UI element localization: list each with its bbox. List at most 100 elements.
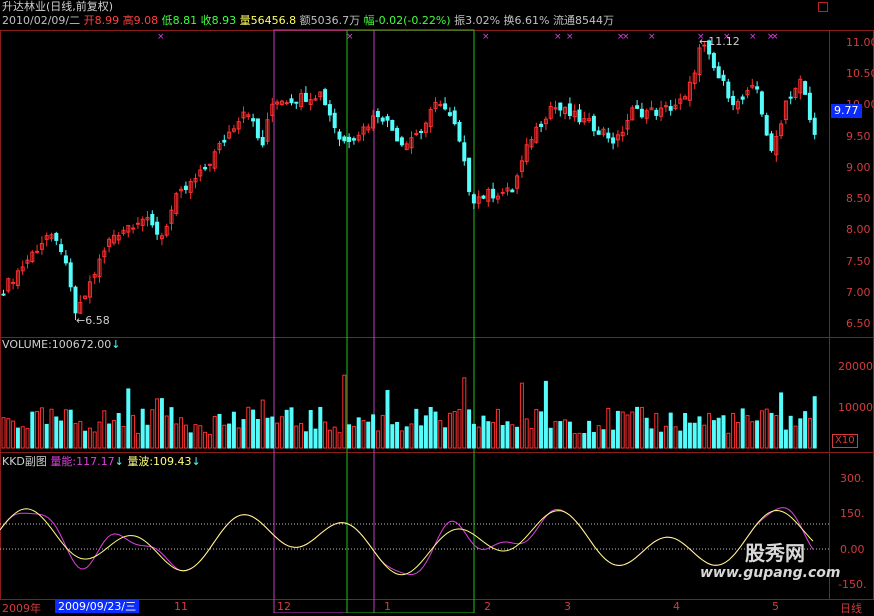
candle-body — [500, 191, 505, 194]
month-tick: 3 — [564, 600, 571, 613]
volume-bar — [121, 425, 126, 449]
volume-bar — [515, 426, 520, 449]
volume-bar — [726, 432, 731, 449]
candle-body — [390, 119, 395, 131]
volume-bar — [342, 374, 347, 449]
month-tick: 5 — [772, 600, 779, 613]
candle-body — [716, 66, 721, 79]
volume-bar — [759, 410, 764, 449]
candle-body — [380, 117, 385, 122]
volume-bar — [251, 409, 256, 449]
kkd-line2-arrow-icon: ↓ — [191, 455, 201, 468]
candle-body — [611, 137, 616, 144]
volume-bar — [102, 410, 107, 449]
volume-indicator-label: VOLUME:100672.00 — [2, 338, 112, 351]
kkd-line-energy — [0, 507, 814, 576]
volume-bar — [49, 408, 54, 449]
watermark-cn: 股秀网 — [745, 541, 805, 565]
candle-body — [68, 262, 73, 288]
volume-bar — [668, 412, 673, 449]
volume-bar — [553, 421, 558, 449]
kkd-tick: 0.00 — [840, 543, 865, 556]
volume-bar — [116, 413, 121, 449]
volume-bar — [462, 377, 467, 449]
volume-bar — [620, 411, 625, 449]
volume-bar — [707, 413, 712, 449]
candle-body — [591, 115, 596, 132]
volume-arrow-icon: ↓ — [111, 338, 121, 351]
candle-body — [481, 195, 486, 199]
candle-body — [567, 103, 572, 116]
volume-header: VOLUME:100672.00↓ — [2, 338, 120, 352]
volume-bar — [97, 421, 102, 449]
candle-body — [740, 96, 745, 100]
candle-body — [558, 102, 563, 111]
period-label[interactable]: 日线 — [840, 600, 862, 616]
volume-tick: 10000 — [838, 401, 873, 414]
candle-body — [462, 142, 467, 162]
candle-body — [294, 101, 299, 104]
volume-bar — [150, 409, 155, 449]
year-label: 2009年 — [2, 602, 41, 615]
candle-body — [812, 117, 817, 135]
cursor-date: 2009/09/23/三 — [55, 600, 140, 613]
volume-bar — [735, 421, 740, 449]
volume-bar — [678, 430, 683, 449]
candle-body — [769, 133, 774, 151]
volume-bar — [409, 423, 414, 449]
volume-bar — [1, 417, 6, 449]
month-tick: 1 — [384, 600, 391, 613]
volume-bar — [212, 416, 217, 449]
candlestick-chart[interactable]: × × × × × ×× × × × × ×× — [0, 0, 874, 613]
volume-bar — [11, 420, 16, 449]
kkd-tick: 150. — [840, 507, 865, 520]
volume-bar — [438, 420, 443, 449]
candle-body — [457, 121, 462, 142]
volume-bar — [812, 396, 817, 449]
volume-bar — [356, 417, 361, 449]
candle-body — [11, 281, 16, 284]
price-tick: 11.00 — [846, 36, 874, 49]
candle-body — [399, 137, 404, 146]
volume-bar — [255, 419, 260, 449]
volume-bar — [654, 412, 659, 449]
kkd-line1-arrow-icon: ↓ — [114, 455, 124, 468]
volume-bar — [39, 407, 44, 449]
volume-bar — [241, 419, 246, 449]
volume-bar — [83, 430, 88, 449]
volume-bar — [596, 425, 601, 449]
volume-bar — [78, 420, 83, 449]
volume-bar — [764, 408, 769, 449]
kkd-tick: -150. — [838, 578, 867, 591]
candle-body — [59, 244, 64, 253]
low-marker: ←6.58 — [76, 314, 110, 327]
volume-bar — [755, 420, 760, 449]
volume-bar — [779, 392, 784, 449]
volume-bar — [284, 409, 289, 449]
volume-bar — [279, 416, 284, 449]
volume-bar — [644, 417, 649, 449]
candle-body — [731, 95, 736, 106]
volume-bar — [615, 410, 620, 449]
candle-body — [35, 250, 40, 253]
kkd-name[interactable]: KKD副图 — [2, 455, 47, 468]
volume-bar — [783, 429, 788, 449]
candle-body — [726, 81, 731, 99]
volume-bar — [63, 409, 68, 449]
volume-bar — [567, 421, 572, 449]
volume-bar — [788, 415, 793, 449]
volume-bar — [337, 432, 342, 449]
candle-body — [255, 118, 260, 139]
candle-body — [222, 139, 227, 143]
candle-body — [414, 133, 419, 136]
volume-bar — [505, 421, 510, 449]
price-tick: 8.00 — [846, 223, 871, 236]
candle-body — [54, 232, 59, 241]
candle-body — [327, 104, 332, 116]
volume-bar — [68, 409, 73, 449]
price-tick: 10.50 — [846, 67, 874, 80]
candle-body — [183, 185, 188, 191]
kkd-tick: 300. — [840, 472, 865, 485]
volume-bar — [673, 426, 678, 449]
candle-body — [395, 127, 400, 142]
